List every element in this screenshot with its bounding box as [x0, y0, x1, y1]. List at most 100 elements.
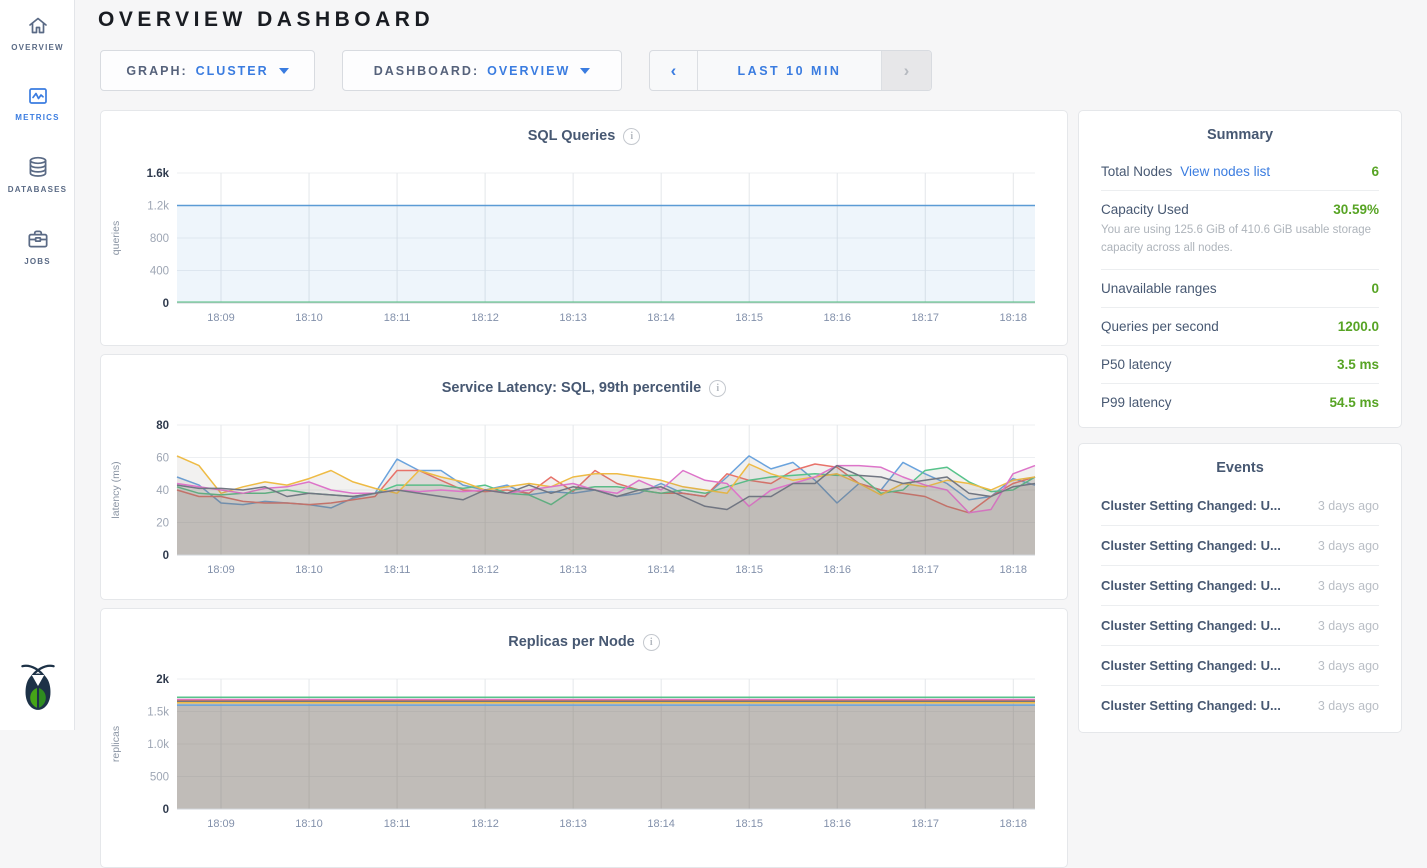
svg-text:1.6k: 1.6k — [147, 168, 170, 180]
chevron-right-icon: › — [904, 61, 910, 81]
event-row[interactable]: Cluster Setting Changed: U... 3 days ago — [1101, 685, 1379, 725]
event-title: Cluster Setting Changed: U... — [1101, 538, 1281, 553]
chevron-down-icon — [580, 68, 590, 74]
summary-value: 30.59% — [1333, 202, 1379, 217]
svg-text:18:14: 18:14 — [647, 564, 675, 576]
info-icon[interactable]: i — [709, 380, 726, 397]
summary-title: Summary — [1101, 111, 1379, 153]
chart-card-replicas-per-node: Replicas per Node i 05001.0k1.5k2k18:091… — [100, 608, 1068, 868]
sidebar-item-label: METRICS — [0, 113, 75, 122]
event-title: Cluster Setting Changed: U... — [1101, 658, 1281, 673]
sql-queries-chart[interactable]: 04008001.2k1.6k18:0918:1018:1118:1218:13… — [105, 163, 1067, 333]
dashboard-dropdown-value: OVERVIEW — [487, 64, 570, 78]
event-time: 3 days ago — [1318, 619, 1379, 633]
svg-text:18:11: 18:11 — [384, 818, 411, 830]
svg-text:0: 0 — [163, 804, 169, 816]
time-next-button[interactable]: › — [881, 51, 931, 90]
chevron-left-icon: ‹ — [671, 61, 677, 81]
summary-label: Queries per second — [1101, 319, 1219, 334]
briefcase-icon — [25, 226, 51, 252]
summary-label: P50 latency — [1101, 357, 1172, 372]
svg-text:20: 20 — [156, 518, 169, 530]
metrics-icon — [25, 84, 51, 108]
summary-rows: Total NodesView nodes list6Capacity Used… — [1101, 153, 1379, 421]
chart-title: SQL Queries — [528, 128, 616, 144]
view-nodes-list-link[interactable]: View nodes list — [1180, 164, 1270, 179]
sidebar-item-metrics[interactable]: METRICS — [0, 70, 75, 122]
svg-text:18:15: 18:15 — [735, 818, 763, 830]
svg-text:18:10: 18:10 — [295, 818, 323, 830]
svg-text:1.2k: 1.2k — [147, 201, 169, 213]
svg-text:400: 400 — [150, 266, 169, 278]
svg-text:18:18: 18:18 — [1000, 564, 1028, 576]
summary-value: 0 — [1371, 281, 1379, 296]
svg-text:40: 40 — [156, 485, 169, 497]
event-row[interactable]: Cluster Setting Changed: U... 3 days ago — [1101, 525, 1379, 565]
sidebar-item-overview[interactable]: OVERVIEW — [0, 0, 75, 52]
events-title: Events — [1101, 444, 1379, 486]
event-title: Cluster Setting Changed: U... — [1101, 498, 1281, 513]
event-row[interactable]: Cluster Setting Changed: U...3 days ago — [1101, 565, 1379, 605]
svg-text:18:16: 18:16 — [823, 564, 851, 576]
event-row[interactable]: Cluster Setting Changed: U... 3 days ago — [1101, 645, 1379, 685]
dashboard-dropdown[interactable]: DASHBOARD: OVERVIEW — [342, 50, 622, 91]
event-row[interactable]: Cluster Setting Changed: U...3 days ago — [1101, 605, 1379, 645]
event-time: 3 days ago — [1318, 659, 1379, 673]
time-range-button[interactable]: LAST 10 MIN — [698, 51, 881, 90]
info-icon[interactable]: i — [643, 634, 660, 651]
summary-value: 1200.0 — [1338, 319, 1379, 334]
svg-text:18:14: 18:14 — [647, 818, 675, 830]
svg-text:18:15: 18:15 — [735, 312, 763, 324]
summary-label: Total Nodes — [1101, 164, 1172, 179]
right-column: Summary Total NodesView nodes list6Capac… — [1078, 110, 1402, 733]
svg-text:18:16: 18:16 — [823, 312, 851, 324]
sidebar-item-jobs[interactable]: JOBS — [0, 212, 75, 266]
sidebar-item-label: JOBS — [0, 257, 75, 266]
svg-text:18:17: 18:17 — [911, 564, 939, 576]
event-time: 3 days ago — [1318, 699, 1379, 713]
graph-dropdown-value: CLUSTER — [196, 64, 269, 78]
svg-text:18:16: 18:16 — [823, 818, 851, 830]
replicas-per-node-chart[interactable]: 05001.0k1.5k2k18:0918:1018:1118:1218:131… — [105, 669, 1067, 839]
svg-text:18:12: 18:12 — [471, 818, 499, 830]
svg-text:18:09: 18:09 — [207, 564, 235, 576]
svg-text:1.0k: 1.0k — [147, 739, 169, 751]
svg-text:18:10: 18:10 — [295, 312, 323, 324]
summary-note: You are using 125.6 GiB of 410.6 GiB usa… — [1101, 222, 1379, 258]
svg-text:800: 800 — [150, 233, 169, 245]
svg-text:0: 0 — [163, 298, 169, 310]
events-panel: Events Cluster Setting Changed: U... 3 da… — [1078, 443, 1402, 733]
svg-text:80: 80 — [156, 420, 169, 432]
svg-text:18:10: 18:10 — [295, 564, 323, 576]
svg-text:replicas: replicas — [110, 726, 122, 762]
event-row[interactable]: Cluster Setting Changed: U...3 days ago — [1101, 486, 1379, 525]
graph-dropdown[interactable]: GRAPH: CLUSTER — [100, 50, 315, 91]
svg-text:18:18: 18:18 — [1000, 818, 1028, 830]
svg-text:18:12: 18:12 — [471, 312, 499, 324]
service-latency-chart[interactable]: 02040608018:0918:1018:1118:1218:1318:141… — [105, 415, 1067, 585]
time-prev-button[interactable]: ‹ — [650, 51, 698, 90]
event-time: 3 days ago — [1318, 539, 1379, 553]
svg-text:18:13: 18:13 — [559, 818, 587, 830]
database-icon — [25, 154, 51, 180]
page-title: OVERVIEW DASHBOARD — [98, 8, 434, 32]
summary-row: P99 latency54.5 ms — [1101, 383, 1379, 421]
summary-row: Unavailable ranges0 — [1101, 269, 1379, 307]
summary-value: 54.5 ms — [1329, 395, 1379, 410]
svg-text:latency (ms): latency (ms) — [110, 461, 122, 518]
svg-text:queries: queries — [110, 221, 122, 255]
svg-text:18:13: 18:13 — [559, 564, 587, 576]
svg-text:18:09: 18:09 — [207, 818, 235, 830]
svg-text:18:09: 18:09 — [207, 312, 235, 324]
sidebar-item-databases[interactable]: DATABASES — [0, 140, 75, 194]
graph-dropdown-label: GRAPH: — [126, 64, 187, 78]
chevron-down-icon — [279, 68, 289, 74]
svg-text:1.5k: 1.5k — [147, 707, 169, 719]
event-title: Cluster Setting Changed: U... — [1101, 698, 1281, 713]
sidebar-item-label: OVERVIEW — [0, 43, 75, 52]
svg-text:18:14: 18:14 — [647, 312, 675, 324]
dashboard-dropdown-label: DASHBOARD: — [374, 64, 479, 78]
sidebar-item-label: DATABASES — [0, 185, 75, 194]
cockroach-logo-icon — [17, 661, 59, 713]
info-icon[interactable]: i — [623, 128, 640, 145]
